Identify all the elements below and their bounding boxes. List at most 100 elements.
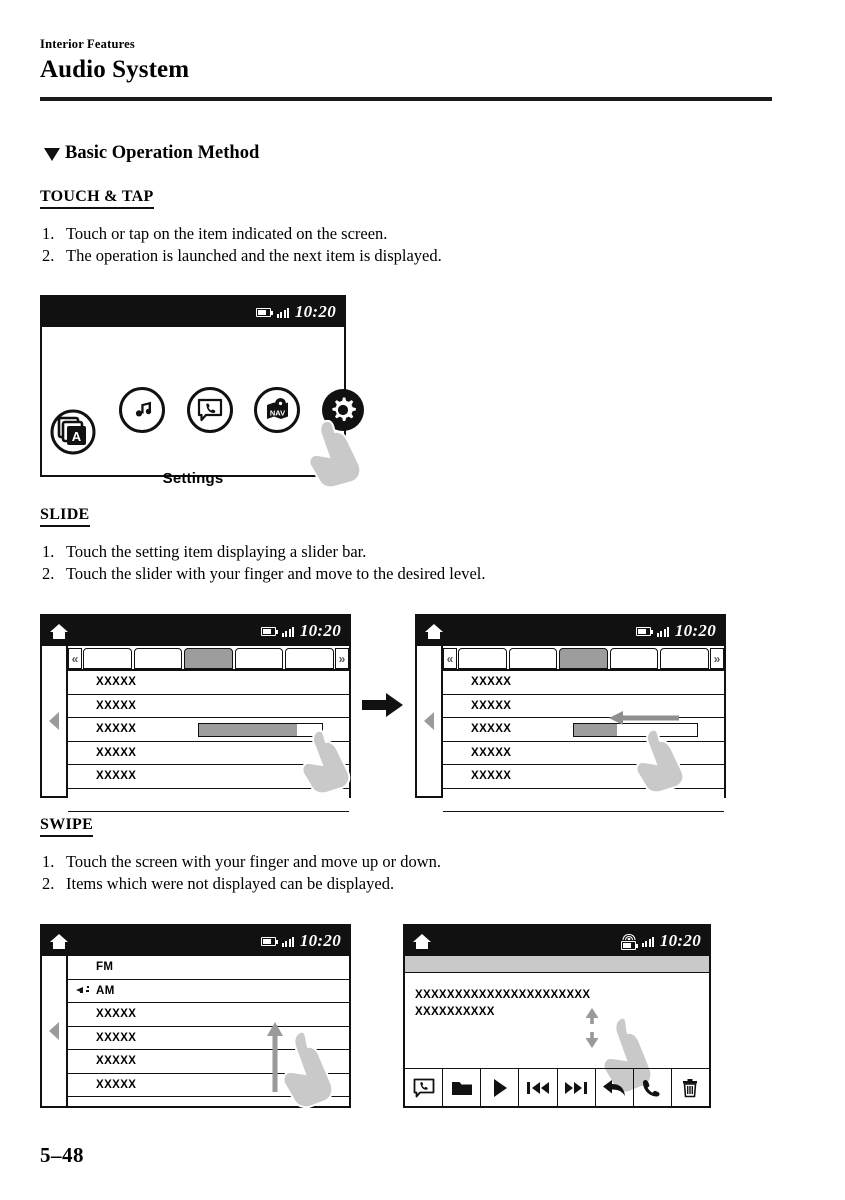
gear-icon[interactable] (320, 387, 366, 433)
back-rail[interactable] (42, 646, 68, 796)
home-icon[interactable] (413, 933, 431, 949)
slider-track[interactable] (198, 722, 323, 737)
subheading-slide: SLIDE (40, 506, 90, 527)
row-label: AM (96, 984, 115, 997)
table-row[interactable]: XXXXX (68, 741, 349, 765)
row-label: XXXXX (96, 1008, 137, 1021)
tab-3[interactable] (184, 648, 233, 669)
status-indicators: 10:20 (621, 931, 701, 951)
tab-prev-button[interactable]: « (443, 648, 457, 669)
phone-bubble-icon[interactable] (187, 387, 233, 433)
list-item: 1. Touch the screen with your finger and… (42, 851, 742, 873)
step-text: The operation is launched and the next i… (66, 246, 442, 265)
folder-icon[interactable] (443, 1069, 482, 1106)
step-number: 1. (42, 542, 55, 561)
svg-text:A: A (72, 429, 82, 444)
table-row[interactable]: XXXXX (443, 694, 724, 718)
table-row[interactable]: AM (68, 979, 349, 1003)
message-call-icon[interactable] (405, 1069, 444, 1106)
tab-next-button[interactable]: » (709, 648, 724, 669)
tab-3[interactable] (559, 648, 608, 669)
swipe-media-screen: 10:20 XXXXXXXXXXXXXXXXXXXXXX XXXXXXXXXX (403, 924, 711, 1108)
table-row[interactable]: XXXXX (68, 1073, 349, 1097)
page-number: 5–48 (40, 1143, 84, 1167)
phone-icon[interactable] (634, 1069, 672, 1106)
trash-icon[interactable] (672, 1069, 709, 1106)
row-label: XXXXX (471, 699, 512, 712)
settings-rows: XXXXX XXXXX XXXXX XXXXX XXXXX (443, 671, 724, 812)
play-icon[interactable] (481, 1069, 520, 1106)
table-row[interactable] (443, 788, 724, 812)
back-rail[interactable] (417, 646, 443, 796)
table-row[interactable] (68, 788, 349, 812)
tab-1[interactable] (83, 648, 132, 669)
table-row[interactable]: XXXXX (68, 1050, 349, 1074)
step-text: Touch or tap on the item indicated on th… (66, 224, 388, 243)
navigation-icon[interactable]: NAV (254, 387, 300, 433)
chevron-left-icon (49, 1022, 59, 1040)
step-text: Touch the setting item displaying a slid… (66, 542, 367, 561)
page-title: Audio System (40, 55, 190, 83)
previous-track-icon[interactable] (519, 1069, 558, 1106)
row-label: FM (96, 961, 114, 974)
tab-5[interactable] (285, 648, 334, 669)
table-row[interactable]: XXXXX (443, 765, 724, 789)
subheading-swipe: SWIPE (40, 816, 94, 837)
status-indicators: 10:20 (256, 302, 336, 322)
media-subbar (405, 956, 709, 973)
row-label: XXXXX (96, 676, 137, 689)
applications-icon[interactable]: A (50, 409, 96, 455)
step-number: 2. (42, 246, 55, 265)
tab-4[interactable] (609, 648, 659, 669)
table-row[interactable]: XXXXX (68, 765, 349, 789)
tab-2[interactable] (133, 648, 183, 669)
back-arrow-icon[interactable] (596, 1069, 634, 1106)
swipe-list-screen: 10:20 FM AM XXXXX XXXXX XXXXX XXXXX (40, 924, 351, 1109)
step-text: Touch the slider with your finger and mo… (66, 564, 486, 583)
tab-next-button[interactable]: » (334, 648, 349, 669)
music-note-icon[interactable] (119, 387, 165, 433)
next-track-icon[interactable] (558, 1069, 596, 1106)
tab-prev-button[interactable]: « (68, 648, 82, 669)
tab-4[interactable] (234, 648, 284, 669)
step-number: 2. (42, 564, 55, 583)
source-rows: FM AM XXXXX XXXXX XXXXX XXXXX (68, 956, 349, 1106)
battery-icon (636, 626, 654, 636)
table-row[interactable]: XXXXX (68, 694, 349, 718)
chevron-left-icon (49, 712, 59, 730)
row-label: XXXXX (471, 723, 512, 736)
table-row[interactable]: FM (68, 956, 349, 980)
slide-screen-after: 10:20 « » XXXXX XXXXX XXXXX XXXXX XXXXX (415, 614, 726, 812)
table-row[interactable]: XXXXX (443, 671, 724, 695)
steps-touch-tap: 1. Touch or tap on the item indicated on… (42, 223, 742, 267)
media-body: XXXXXXXXXXXXXXXXXXXXXX XXXXXXXXXX (405, 956, 709, 1106)
table-row[interactable]: XXXXX (68, 718, 349, 742)
step-text: Items which were not displayed can be di… (66, 874, 395, 893)
status-bar: 10:20 (417, 616, 724, 646)
home-icon[interactable] (50, 933, 68, 949)
list-body: « » XXXXX XXXXX XXXXX XXXXX XXXXX (42, 646, 349, 812)
wifi-battery-group (621, 932, 639, 950)
table-row[interactable]: XXXXX (68, 1003, 349, 1027)
chevron-left-icon (424, 712, 434, 730)
home-icon[interactable] (425, 623, 443, 639)
tab-2[interactable] (508, 648, 558, 669)
list-item: 2. Touch the slider with your finger and… (42, 563, 742, 585)
battery-icon (261, 936, 279, 946)
media-text: XXXXXXXXXXXXXXXXXXXXXX XXXXXXXXXX (405, 973, 709, 1021)
tab-bar: « » (68, 646, 349, 671)
back-rail[interactable] (42, 956, 68, 1106)
signal-bars-icon (642, 936, 654, 947)
row-label: XXXXX (96, 1078, 137, 1091)
table-row[interactable]: XXXXX (443, 718, 724, 742)
list-item: 2. The operation is launched and the nex… (42, 245, 742, 267)
row-label: XXXXX (471, 746, 512, 759)
table-row[interactable]: XXXXX (443, 741, 724, 765)
tab-1[interactable] (458, 648, 507, 669)
home-icon[interactable] (50, 623, 68, 639)
table-row[interactable]: XXXXX (68, 1026, 349, 1050)
list-main: FM AM XXXXX XXXXX XXXXX XXXXX (68, 956, 349, 1106)
row-label: XXXXX (471, 770, 512, 783)
tab-5[interactable] (660, 648, 709, 669)
table-row[interactable]: XXXXX (68, 671, 349, 695)
